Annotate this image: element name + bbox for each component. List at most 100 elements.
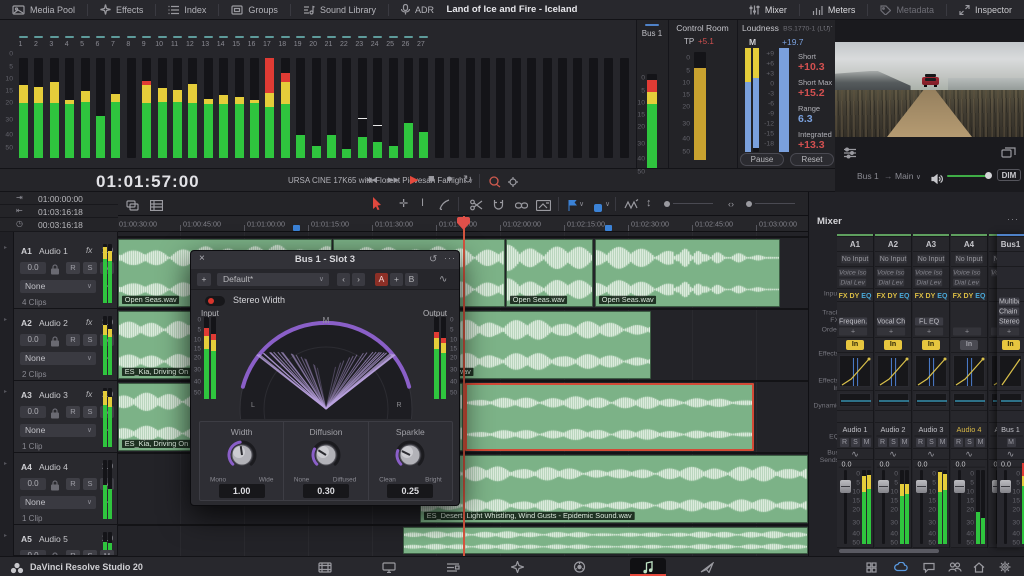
flag-clip-icon[interactable] [536,198,551,216]
strip-r-button[interactable]: R [840,438,849,447]
order-eq[interactable]: EQ [937,293,947,300]
dynamics-graph[interactable] [953,355,985,387]
track-gain-field[interactable]: 0.0 [20,406,46,418]
mixer-menu-icon[interactable]: ··· [1007,214,1019,224]
metadata-toggle-button[interactable]: Metadata [868,0,946,19]
knob-value-field[interactable]: 0.25 [387,484,433,498]
dynamics-graph[interactable] [999,355,1022,387]
track-fx-chip[interactable]: Dial Lev [839,279,866,287]
automation-settings-icon[interactable] [507,175,520,193]
track-s-button[interactable]: S [83,262,97,274]
flag-icon[interactable]: ∨ [568,198,577,216]
page-color-button[interactable] [566,559,592,575]
selection-tool-icon[interactable] [372,197,383,215]
close-icon[interactable]: × [199,253,205,264]
timeline-marker[interactable] [605,225,612,231]
track-r-button[interactable]: R [66,406,80,418]
track-fx-chip[interactable]: Dial Lev [877,279,904,287]
meters-toggle-button[interactable]: Meters [800,0,868,19]
collaboration-icon[interactable] [942,559,968,575]
effects-in-badge[interactable]: In [960,340,978,350]
media-pool-button[interactable]: Media Pool [0,0,87,19]
flag-dropdown-icon[interactable]: ∨ [579,200,584,208]
strip-s-button[interactable]: S [851,438,860,447]
order-fx[interactable]: FX [953,293,962,300]
lock-icon[interactable] [50,406,62,418]
fast-forward-button[interactable]: ▸▸ [388,173,399,186]
page-media-button[interactable] [312,559,338,575]
ab-a-button[interactable]: A [375,273,388,286]
strip-pan-control[interactable]: ∿ [997,449,1024,460]
track-fx-chip[interactable]: Dial Lev [953,279,980,287]
track-s-button[interactable]: S [83,334,97,346]
knob-sparkle[interactable]: SparkleCleanBright0.25 [369,422,452,500]
track-fx-badge[interactable]: fx [86,246,92,255]
order-fx[interactable]: FX [877,293,886,300]
track-fx-chip[interactable]: Voice Iso [877,269,904,277]
track-automation-dropdown[interactable]: None∨ [20,352,96,365]
cut-tool-icon[interactable] [470,198,483,216]
add-effect-button[interactable]: + [839,328,867,336]
add-effect-button[interactable]: + [999,328,1019,336]
strip-input-select[interactable]: No Input [841,255,869,264]
grid-view-icon[interactable] [858,559,884,575]
plugin-bypass-toggle[interactable] [205,296,225,306]
fader-handle[interactable] [954,480,965,493]
strip-m-button[interactable]: M [900,438,909,447]
plugin-history-icon[interactable]: ↺ [429,254,437,265]
strip-input-select[interactable]: No Input [955,255,983,264]
waveform-zoom-icon[interactable] [624,198,639,216]
order-eq[interactable]: EQ [861,293,871,300]
dynamics-graph[interactable] [877,355,909,387]
track-fx-chip[interactable]: Dial Lev [915,279,942,287]
fader-handle[interactable] [878,480,889,493]
track-r-button[interactable]: R [66,478,80,490]
page-edit-button[interactable] [440,559,466,575]
track-automation-dropdown[interactable]: None∨ [20,280,96,293]
knob-width[interactable]: WidthMonoWide1.00 [200,422,284,500]
strip-m-button[interactable]: M [938,438,947,447]
strip-r-button[interactable]: R [878,438,887,447]
groups-button[interactable]: Groups [219,0,290,19]
order-dy[interactable]: DY [850,293,860,300]
index-button[interactable]: Index [156,0,218,19]
track-fx-badge[interactable]: fx [86,318,92,327]
marker-icon[interactable]: ∨ [594,199,602,217]
strip-s-button[interactable]: S [927,438,936,447]
ab-b-button[interactable]: B [405,273,418,286]
inspector-toggle-button[interactable]: Inspector [947,0,1024,19]
page-fairlight-button[interactable] [635,559,661,575]
knob-value-field[interactable]: 0.30 [303,484,349,498]
knob-diffusion[interactable]: DiffusionNoneDiffused0.30 [284,422,368,500]
loudness-pause-button[interactable]: Pause [740,153,784,166]
effect-chip[interactable]: Multiba... [999,298,1019,306]
add-effect-button[interactable]: + [915,328,943,336]
fader-handle[interactable] [840,480,851,493]
track-gain-field[interactable]: 0.0 [20,334,46,346]
dynamics-graph[interactable] [839,355,871,387]
cloud-icon[interactable] [888,559,914,575]
track-automation-dropdown[interactable]: None∨ [20,496,96,509]
effect-chip[interactable]: Frequen... [839,318,867,326]
timeline-marker[interactable] [293,225,300,231]
track-fx-chip[interactable]: Voice Iso [915,269,942,277]
order-eq[interactable]: EQ [899,293,909,300]
track-r-button[interactable]: R [66,262,80,274]
effect-chip[interactable]: Stereo ... [999,318,1019,326]
effects-in-badge[interactable]: In [1002,340,1020,350]
track-fx-badge[interactable]: fx [86,390,92,399]
track-header[interactable]: A2Audio 2fx2.00.0RSMNone∨∿2 Clips [14,310,118,381]
audio-clip[interactable]: ES_Desert, Light Whistling, Wind Gusts -… [420,455,808,523]
mixer-h-scrollbar[interactable] [839,549,939,553]
lock-icon[interactable] [50,334,62,346]
track-header[interactable]: A4Audio 42.00.0RSMNone∨∿1 Clip [14,454,118,525]
h-zoom-slider-handle[interactable] [746,201,752,207]
eq-graph[interactable] [839,393,871,407]
track-r-button[interactable]: R [66,334,80,346]
mixer-toggle-button[interactable]: Mixer [737,0,799,19]
adr-button[interactable]: ADR [389,0,446,19]
preset-prev-button[interactable]: ‹ [337,273,350,286]
strip-s-button[interactable]: S [889,438,898,447]
add-effect-button[interactable]: + [877,328,905,336]
effect-chip[interactable]: FL EQ [915,318,943,326]
